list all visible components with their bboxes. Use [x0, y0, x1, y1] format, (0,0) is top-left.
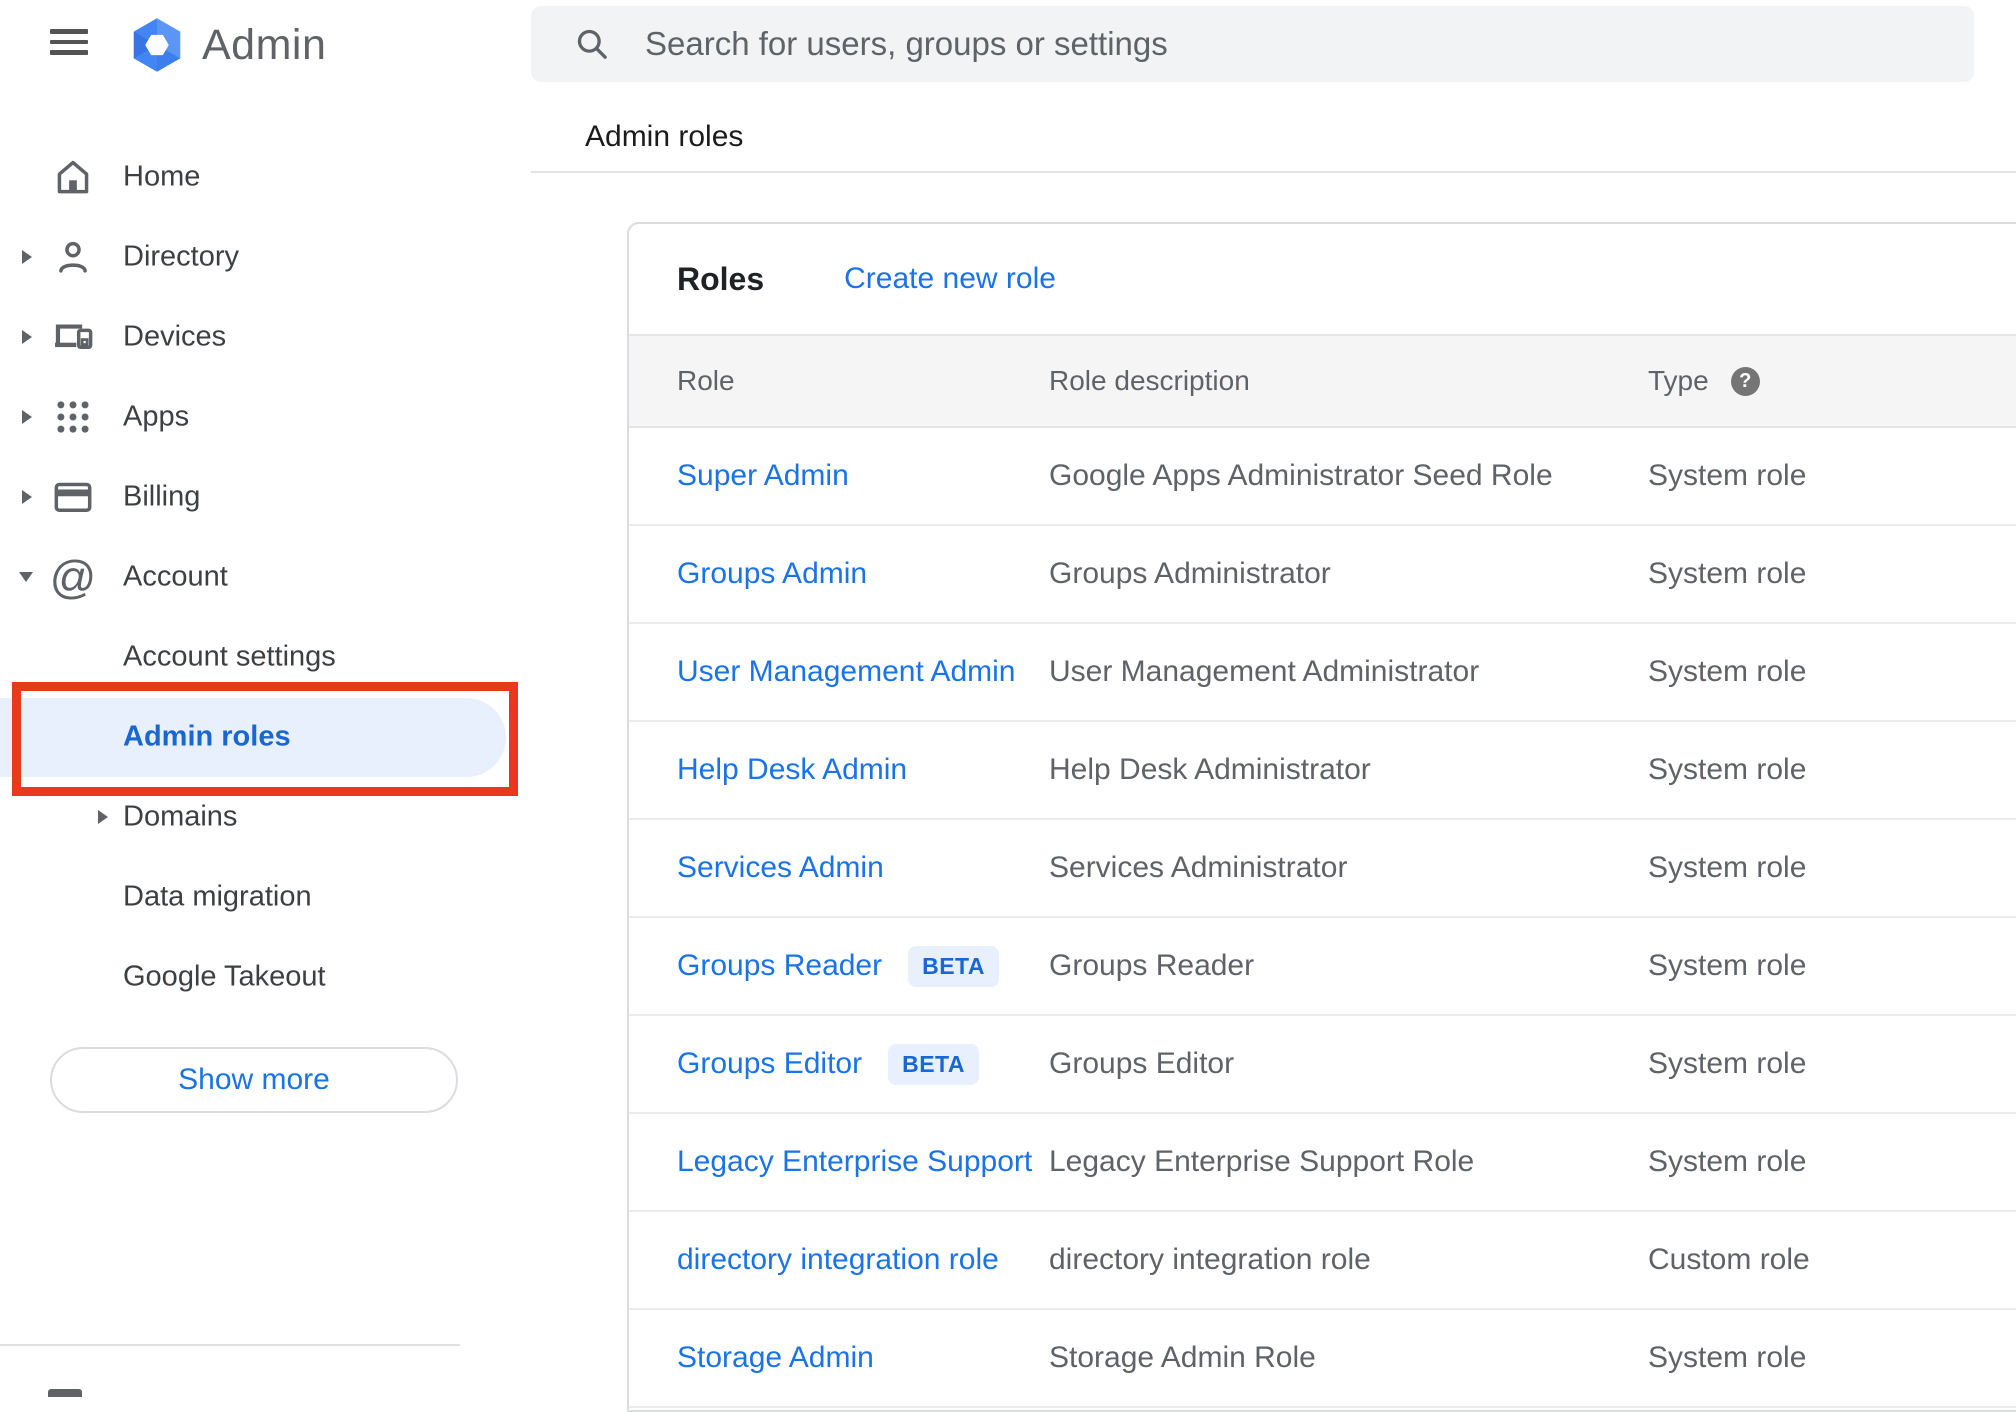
sidebar-item-label: Devices: [123, 320, 227, 353]
at-sign-icon: @: [49, 551, 97, 603]
sidebar-item-label: Account: [123, 560, 228, 593]
roles-panel: Roles Create new role Role Role descript…: [627, 222, 2016, 1412]
breadcrumb: Admin roles: [585, 120, 744, 153]
menu-icon[interactable]: [50, 29, 88, 61]
search-placeholder: Search for users, groups or settings: [645, 25, 1168, 62]
sidebar-item-devices[interactable]: Devices: [0, 297, 512, 377]
expand-arrow-icon[interactable]: [22, 330, 32, 344]
sidebar-item-label: Account settings: [123, 640, 336, 673]
credit-card-icon: [51, 475, 95, 519]
sidebar-item-google-takeout[interactable]: Google Takeout: [0, 937, 512, 1017]
beta-badge: BETA: [888, 1043, 979, 1085]
role-link[interactable]: Help Desk Admin: [677, 753, 907, 787]
devices-icon: [51, 315, 95, 359]
admin-logo-icon: [133, 18, 181, 72]
role-type: System role: [1648, 655, 1807, 688]
column-header-type: Type: [1648, 365, 1709, 396]
sidebar-item-label: Apps: [123, 400, 190, 433]
collapse-arrow-icon[interactable]: [19, 572, 33, 582]
sidebar-item-label: Admin roles: [123, 720, 291, 753]
table-row: Groups Editor BETA Groups Editor System …: [629, 1016, 2016, 1114]
role-description: Groups Administrator: [1049, 557, 1331, 590]
table-row: directory integration role directory int…: [629, 1212, 2016, 1310]
column-header-description: Role description: [1049, 365, 1250, 396]
role-link[interactable]: Super Admin: [677, 459, 849, 493]
role-description: Storage Admin Role: [1049, 1341, 1316, 1374]
role-description: Legacy Enterprise Support Role: [1049, 1145, 1475, 1178]
table-row: Groups Admin Groups Administrator System…: [629, 526, 2016, 624]
role-description: Google Apps Administrator Seed Role: [1049, 459, 1553, 492]
sidebar-item-domains[interactable]: Domains: [0, 777, 512, 857]
roles-panel-header: Roles Create new role: [629, 224, 2016, 334]
table-row: Storage Admin Storage Admin Role System …: [629, 1310, 2016, 1408]
expand-arrow-icon[interactable]: [22, 490, 32, 504]
role-link[interactable]: Legacy Enterprise Support: [677, 1145, 1032, 1179]
role-description: Groups Reader: [1049, 949, 1255, 982]
search-icon: [577, 29, 607, 59]
table-row: Services Admin Services Administrator Sy…: [629, 820, 2016, 918]
sidebar-item-admin-roles[interactable]: Admin roles: [0, 697, 512, 777]
home-icon: [51, 155, 95, 199]
show-more-label: Show more: [178, 1063, 330, 1096]
role-link[interactable]: directory integration role: [677, 1243, 999, 1277]
table-row: Legacy Enterprise Support Legacy Enterpr…: [629, 1114, 2016, 1212]
sidebar-item-directory[interactable]: Directory: [0, 217, 512, 297]
expand-arrow-icon[interactable]: [98, 810, 108, 824]
role-link[interactable]: User Management Admin: [677, 655, 1016, 689]
sidebar-item-label: Home: [123, 160, 201, 193]
header-divider: [531, 171, 2016, 173]
sidebar-divider: [0, 1344, 460, 1346]
role-description: directory integration role: [1049, 1243, 1371, 1276]
panel-title: Roles: [677, 260, 765, 297]
role-description: Help Desk Administrator: [1049, 753, 1371, 786]
role-link[interactable]: Groups Editor: [677, 1047, 862, 1081]
sidebar-item-account-settings[interactable]: Account settings: [0, 617, 512, 697]
role-type: System role: [1648, 753, 1807, 786]
sidebar-item-home[interactable]: Home: [0, 137, 512, 217]
search-input[interactable]: Search for users, groups or settings: [531, 6, 1974, 82]
sidebar-item-account[interactable]: @ Account: [0, 537, 512, 617]
role-type: System role: [1648, 459, 1807, 492]
role-link[interactable]: Groups Reader: [677, 949, 882, 983]
sidebar-item-apps[interactable]: Apps: [0, 377, 512, 457]
app-title: Admin: [202, 21, 327, 69]
role-description: Services Administrator: [1049, 851, 1348, 884]
role-type: Custom role: [1648, 1243, 1810, 1276]
help-icon[interactable]: ?: [1730, 366, 1760, 396]
create-new-role-link[interactable]: Create new role: [844, 262, 1056, 296]
table-header-row: Role Role description Type ?: [629, 334, 2016, 428]
beta-badge: BETA: [908, 945, 1000, 987]
role-type: System role: [1648, 1341, 1807, 1374]
role-type: System role: [1648, 1145, 1807, 1178]
role-type: System role: [1648, 557, 1807, 590]
role-description: Groups Editor: [1049, 1047, 1235, 1080]
column-header-role: Role: [677, 365, 735, 396]
sidebar-item-label: Google Takeout: [123, 960, 326, 993]
table-row: User Management Admin User Management Ad…: [629, 624, 2016, 722]
sidebar-item-label: Directory: [123, 240, 240, 273]
sidebar-item-label: Data migration: [123, 880, 312, 913]
sidebar-item-billing[interactable]: Billing: [0, 457, 512, 537]
expand-arrow-icon[interactable]: [22, 250, 32, 264]
apps-grid-icon: [51, 395, 95, 439]
expand-arrow-icon[interactable]: [22, 410, 32, 424]
role-link[interactable]: Storage Admin: [677, 1341, 874, 1375]
role-type: System role: [1648, 949, 1807, 982]
role-type: System role: [1648, 851, 1807, 884]
sidebar-item-data-migration[interactable]: Data migration: [0, 857, 512, 937]
table-row: Super Admin Google Apps Administrator Se…: [629, 428, 2016, 526]
role-link[interactable]: Services Admin: [677, 851, 884, 885]
menu-bar: [50, 39, 88, 44]
person-icon: [51, 235, 95, 279]
role-description: User Management Administrator: [1049, 655, 1480, 688]
role-link[interactable]: Groups Admin: [677, 557, 867, 591]
role-type: System role: [1648, 1047, 1807, 1080]
table-row: Help Desk Admin Help Desk Administrator …: [629, 722, 2016, 820]
show-more-button[interactable]: Show more: [50, 1047, 458, 1113]
menu-bar: [50, 50, 88, 55]
sidebar-item-label: Billing: [123, 480, 201, 513]
sidebar-item-label: Domains: [123, 800, 238, 833]
menu-bar: [50, 29, 88, 34]
table-row: Groups Reader BETA Groups Reader System …: [629, 918, 2016, 1016]
